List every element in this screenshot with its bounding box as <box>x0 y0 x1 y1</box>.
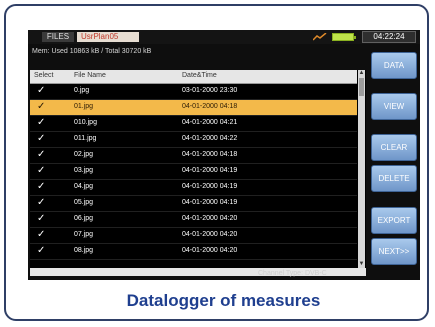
table-rows: ✓ 0.jpg 03-01-2000 23:30 ✓ 01.jpg 04-01-… <box>30 84 357 260</box>
table-row[interactable]: ✓ 08.jpg 04-01-2000 04:20 <box>30 244 357 260</box>
scroll-down-icon[interactable]: ▼ <box>358 261 365 268</box>
table-row[interactable]: ✓ 04.jpg 04-01-2000 04:19 <box>30 180 357 196</box>
row-date-time: 04-01-2000 04:19 <box>182 167 238 174</box>
row-file-name: 07.jpg <box>74 231 94 238</box>
user-plan-tab[interactable]: UsrPlan05 <box>77 32 139 42</box>
vertical-scrollbar[interactable]: ▲ ▼ <box>358 70 365 268</box>
row-date-time: 04-01-2000 04:21 <box>182 119 238 126</box>
row-file-name: 08.jpg <box>74 247 94 254</box>
table-row[interactable]: ✓ 010.jpg 04-01-2000 04:21 <box>30 116 357 132</box>
memory-usage: Mem: Used 10863 kB / Total 30720 kB <box>32 48 152 55</box>
row-check-icon[interactable]: ✓ <box>37 133 45 145</box>
row-check-icon[interactable]: ✓ <box>37 181 45 193</box>
table-row[interactable]: ✓ 03.jpg 04-01-2000 04:19 <box>30 164 357 180</box>
table-row[interactable]: ✓ 05.jpg 04-01-2000 04:19 <box>30 196 357 212</box>
table-row[interactable]: ✓ 0.jpg 03-01-2000 23:30 <box>30 84 357 100</box>
row-check-icon[interactable]: ✓ <box>37 213 45 225</box>
row-file-name: 02.jpg <box>74 151 94 158</box>
row-date-time: 04-01-2000 04:18 <box>182 151 238 158</box>
row-file-name: 03.jpg <box>74 167 94 174</box>
row-check-icon[interactable]: ✓ <box>37 197 45 209</box>
clear-button[interactable]: CLEAR <box>371 134 417 161</box>
files-tab[interactable]: FILES <box>42 32 74 42</box>
header-file-name[interactable]: File Name <box>74 72 106 79</box>
row-check-icon[interactable]: ✓ <box>37 149 45 161</box>
scroll-thumb[interactable] <box>359 78 364 96</box>
row-date-time: 04-01-2000 04:20 <box>182 247 238 254</box>
scroll-up-icon[interactable]: ▲ <box>358 70 365 77</box>
header-date-time[interactable]: Date&Time <box>182 72 217 79</box>
battery-icon <box>332 33 356 41</box>
table-row[interactable]: ✓ 07.jpg 04-01-2000 04:20 <box>30 228 357 244</box>
header-select[interactable]: Select <box>34 72 53 79</box>
row-file-name: 0.jpg <box>74 87 90 94</box>
table-row[interactable]: ✓ 06.jpg 04-01-2000 04:20 <box>30 212 357 228</box>
signal-icon <box>313 33 327 41</box>
row-file-name: 06.jpg <box>74 215 94 222</box>
row-date-time: 04-01-2000 04:19 <box>182 199 238 206</box>
device-screen: FILES UsrPlan05 04:22:24 Mem: Used 10863… <box>28 30 420 280</box>
row-check-icon[interactable]: ✓ <box>37 101 45 113</box>
row-file-name: 011.jpg <box>74 135 97 142</box>
row-file-name: 01.jpg <box>74 103 94 110</box>
delete-button[interactable]: DELETE <box>371 165 417 192</box>
clock: 04:22:24 <box>362 31 416 43</box>
table-row-selected[interactable]: ✓ 01.jpg 04-01-2000 04:18 <box>30 100 357 116</box>
table-row[interactable]: ✓ 02.jpg 04-01-2000 04:18 <box>30 148 357 164</box>
table-row[interactable]: ✓ 011.jpg 04-01-2000 04:22 <box>30 132 357 148</box>
channel-type: Channel Type: DVB-C <box>258 270 327 277</box>
export-button[interactable]: EXPORT <box>371 207 417 234</box>
row-date-time: 04-01-2000 04:20 <box>182 231 238 238</box>
row-check-icon[interactable]: ✓ <box>37 85 45 97</box>
row-date-time: 03-01-2000 23:30 <box>182 87 238 94</box>
row-file-name: 05.jpg <box>74 199 94 206</box>
row-date-time: 04-01-2000 04:18 <box>182 103 238 110</box>
row-file-name: 04.jpg <box>74 183 94 190</box>
file-table: Select File Name Date&Time ✓ 0.jpg 03-01… <box>30 70 366 268</box>
row-check-icon[interactable]: ✓ <box>37 117 45 129</box>
row-date-time: 04-01-2000 04:19 <box>182 183 238 190</box>
device-frame: FILES UsrPlan05 04:22:24 Mem: Used 10863… <box>4 4 429 321</box>
row-date-time: 04-01-2000 04:20 <box>182 215 238 222</box>
row-date-time: 04-01-2000 04:22 <box>182 135 238 142</box>
view-button[interactable]: VIEW <box>371 93 417 120</box>
row-check-icon[interactable]: ✓ <box>37 245 45 257</box>
row-file-name: 010.jpg <box>74 119 97 126</box>
data-button[interactable]: DATA <box>371 52 417 79</box>
next-button[interactable]: NEXT>> <box>371 238 417 265</box>
top-status-bar: FILES UsrPlan05 04:22:24 <box>28 30 420 44</box>
table-header: Select File Name Date&Time <box>30 70 357 84</box>
row-check-icon[interactable]: ✓ <box>37 229 45 241</box>
caption: Datalogger of measures <box>126 291 321 310</box>
row-check-icon[interactable]: ✓ <box>37 165 45 177</box>
